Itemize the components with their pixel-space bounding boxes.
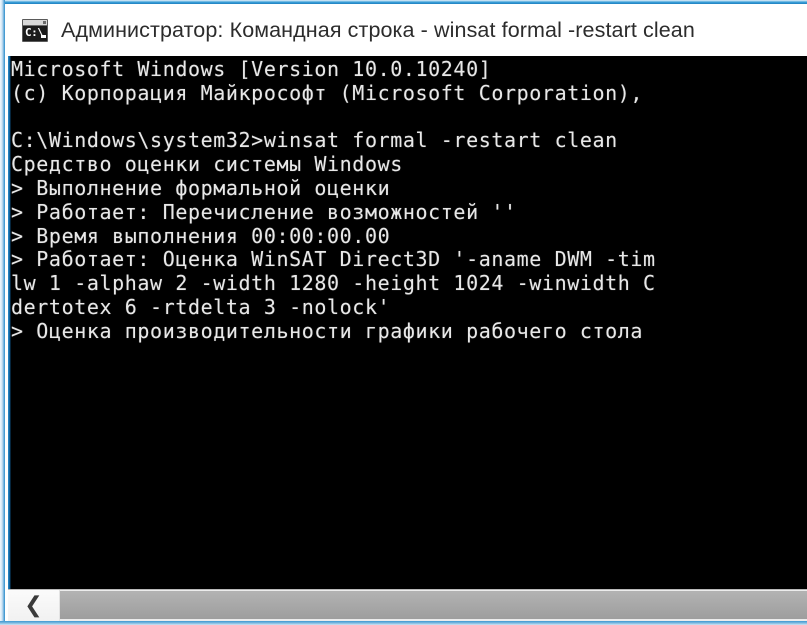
title-bar[interactable]: C:\ Администратор: Командная строка - wi…	[8, 4, 807, 56]
scrollbar-thumb[interactable]	[60, 591, 807, 619]
cmd-icon-titlebar-glyph	[23, 19, 47, 26]
console-line: > Работает: Перечисление возможностей ''	[11, 200, 517, 224]
console-line: > Работает: Оценка WinSAT Direct3D '-ana…	[11, 248, 656, 272]
console-line: dertotex 6 -rtdelta 3 -nolock'	[11, 295, 391, 319]
window-border-bottom	[0, 621, 807, 625]
console-line: lw 1 -alphaw 2 -width 1280 -height 1024 …	[11, 272, 656, 296]
horizontal-scrollbar[interactable]: ❮	[8, 589, 807, 621]
console-output-area[interactable]: Microsoft Windows [Version 10.0.10240] (c…	[8, 56, 807, 589]
console-line: > Оценка производительности графики рабо…	[11, 319, 644, 343]
console-line: C:\Windows\system32>winsat formal -resta…	[11, 129, 618, 153]
console-line: > Выполнение формальной оценки	[11, 176, 391, 200]
scrollbar-track[interactable]	[60, 590, 807, 621]
cmd-icon: C:\	[22, 18, 48, 42]
command-prompt-window: C:\ Администратор: Командная строка - wi…	[0, 0, 807, 625]
console-text: Microsoft Windows [Version 10.0.10240] (c…	[11, 58, 807, 344]
console-line: (c) Корпорация Майкрософт (Microsoft Cor…	[11, 81, 644, 105]
scroll-left-button[interactable]: ❮	[8, 590, 60, 621]
cmd-icon-cursor-glyph	[41, 34, 46, 38]
window-title: Администратор: Командная строка - winsat…	[61, 17, 695, 42]
console-line: Средство оценки системы Windows	[11, 153, 403, 177]
chevron-left-icon: ❮	[24, 592, 43, 618]
console-line: Microsoft Windows [Version 10.0.10240]	[11, 58, 492, 81]
console-line: > Время выполнения 00:00:00.00	[11, 224, 391, 248]
